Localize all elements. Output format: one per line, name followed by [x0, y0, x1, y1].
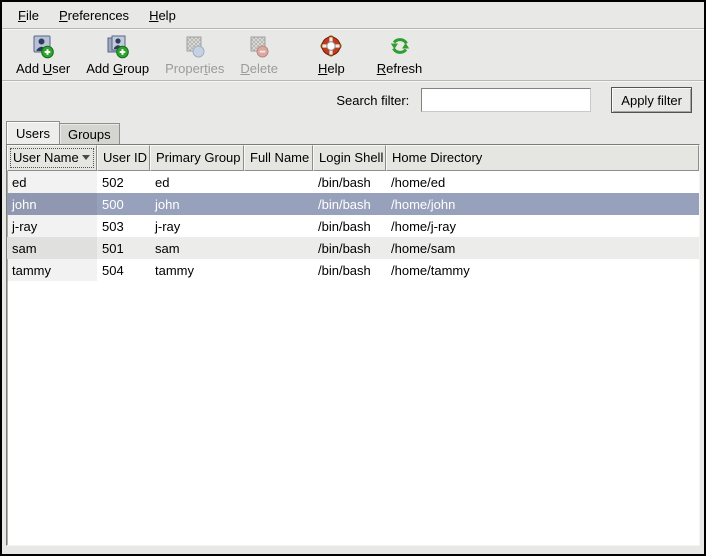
table-cell: /bin/bash [313, 237, 386, 259]
table-cell [244, 193, 313, 215]
table-cell [244, 171, 313, 193]
add-user-icon [30, 34, 56, 60]
toolbar: Add User Add Group [2, 30, 704, 80]
tab-users[interactable]: Users [6, 121, 60, 144]
menu-help[interactable]: Help [139, 5, 186, 26]
add-group-icon [105, 34, 131, 60]
table-cell: j-ray [150, 215, 244, 237]
table-cell: 504 [97, 259, 150, 281]
add-group-button[interactable]: Add Group [78, 33, 157, 77]
table-cell: 503 [97, 215, 150, 237]
table-cell: 502 [97, 171, 150, 193]
table-cell: sam [7, 237, 97, 259]
filter-row: Search filter: Apply filter [2, 82, 704, 118]
refresh-label: Refresh [377, 61, 423, 76]
table-cell: /bin/bash [313, 259, 386, 281]
delete-icon [246, 34, 272, 60]
table-row-tammy[interactable]: tammy504tammy/bin/bash/home/tammy [7, 259, 699, 281]
table-cell: /bin/bash [313, 215, 386, 237]
add-user-button[interactable]: Add User [8, 33, 78, 77]
menu-preferences[interactable]: Preferences [49, 5, 139, 26]
column-header-user-name[interactable]: User Name [7, 145, 97, 171]
user-table-body: ed502ed/bin/bash/home/edjohn500john/bin/… [7, 171, 699, 545]
table-cell: 501 [97, 237, 150, 259]
table-cell: john [150, 193, 244, 215]
table-cell [244, 259, 313, 281]
table-cell: tammy [150, 259, 244, 281]
table-cell [244, 237, 313, 259]
column-header-login-shell[interactable]: Login Shell [313, 145, 386, 171]
table-cell: /bin/bash [313, 193, 386, 215]
user-manager-window: File Preferences Help Add User [0, 0, 706, 556]
apply-filter-button[interactable]: Apply filter [611, 87, 692, 113]
table-cell: /home/tammy [386, 259, 699, 281]
table-cell: /home/john [386, 193, 699, 215]
column-header-home-directory[interactable]: Home Directory [386, 145, 699, 171]
properties-button: Properties [157, 33, 232, 77]
help-button[interactable]: Help [310, 33, 353, 77]
refresh-icon [387, 34, 413, 60]
table-cell: sam [150, 237, 244, 259]
notebook-tabs: Users Groups [2, 118, 704, 144]
table-row-john[interactable]: john500john/bin/bash/home/john [7, 193, 699, 215]
properties-label: Properties [165, 61, 224, 76]
column-header-full-name[interactable]: Full Name [244, 145, 313, 171]
tab-groups[interactable]: Groups [60, 123, 120, 144]
menu-file[interactable]: File [8, 5, 49, 26]
table-cell: john [7, 193, 97, 215]
table-cell: ed [150, 171, 244, 193]
table-cell: 500 [97, 193, 150, 215]
table-cell: j-ray [7, 215, 97, 237]
search-filter-label: Search filter: [336, 93, 409, 108]
help-label: Help [318, 61, 345, 76]
table-cell: /home/j-ray [386, 215, 699, 237]
table-row-j-ray[interactable]: j-ray503j-ray/bin/bash/home/j-ray [7, 215, 699, 237]
properties-icon [182, 34, 208, 60]
user-table: User Name User ID Primary Group Full Nam… [6, 144, 700, 546]
table-row-sam[interactable]: sam501sam/bin/bash/home/sam [7, 237, 699, 259]
table-row-ed[interactable]: ed502ed/bin/bash/home/ed [7, 171, 699, 193]
column-header-primary-group[interactable]: Primary Group [150, 145, 244, 171]
search-filter-input[interactable] [421, 88, 591, 112]
sort-descending-icon [82, 155, 90, 160]
table-header-row: User Name User ID Primary Group Full Nam… [7, 145, 699, 171]
table-cell: tammy [7, 259, 97, 281]
table-cell: /home/ed [386, 171, 699, 193]
delete-label: Delete [240, 61, 278, 76]
table-cell: /bin/bash [313, 171, 386, 193]
column-header-user-id[interactable]: User ID [97, 145, 150, 171]
table-cell [244, 215, 313, 237]
menubar: File Preferences Help [2, 2, 704, 28]
help-icon [318, 34, 344, 60]
add-group-label: Add Group [86, 61, 149, 76]
delete-button: Delete [232, 33, 286, 77]
table-cell: ed [7, 171, 97, 193]
add-user-label: Add User [16, 61, 70, 76]
table-cell: /home/sam [386, 237, 699, 259]
refresh-button[interactable]: Refresh [369, 33, 431, 77]
